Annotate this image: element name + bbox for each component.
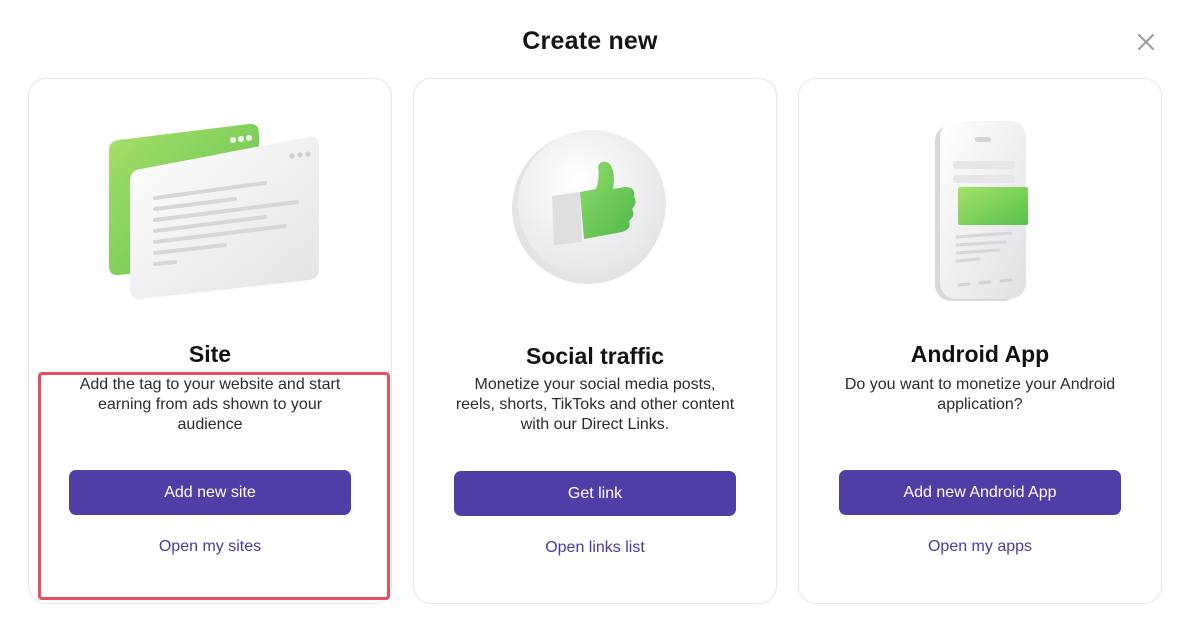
close-icon[interactable] xyxy=(1135,31,1157,53)
phone-illustration-icon xyxy=(799,79,1161,329)
open-my-apps-link[interactable]: Open my apps xyxy=(799,538,1161,556)
card-description: Add the tag to your website and start ea… xyxy=(79,376,341,433)
open-links-list-link[interactable]: Open links list xyxy=(414,539,776,557)
card-description: Do you want to monetize your Android app… xyxy=(844,376,1116,413)
website-illustration-icon xyxy=(29,79,391,329)
site-card: Site Add the tag to your website and sta… xyxy=(28,78,392,604)
card-title: Social traffic xyxy=(525,343,665,369)
thumbs-up-illustration-icon xyxy=(414,79,776,329)
open-my-sites-link[interactable]: Open my sites xyxy=(29,538,391,556)
card-description: Monetize your social media posts, reels,… xyxy=(455,376,735,433)
card-title: Android App xyxy=(910,341,1050,367)
android-app-card: Android App Do you want to monetize your… xyxy=(798,78,1162,604)
add-new-site-button[interactable]: Add new site xyxy=(69,470,351,515)
add-new-android-app-button[interactable]: Add new Android App xyxy=(839,470,1121,515)
social-traffic-card: Social traffic Monetize your social medi… xyxy=(413,78,777,604)
get-link-button[interactable]: Get link xyxy=(454,471,736,516)
card-title: Site xyxy=(188,341,232,367)
dialog-title: Create new xyxy=(522,27,658,55)
